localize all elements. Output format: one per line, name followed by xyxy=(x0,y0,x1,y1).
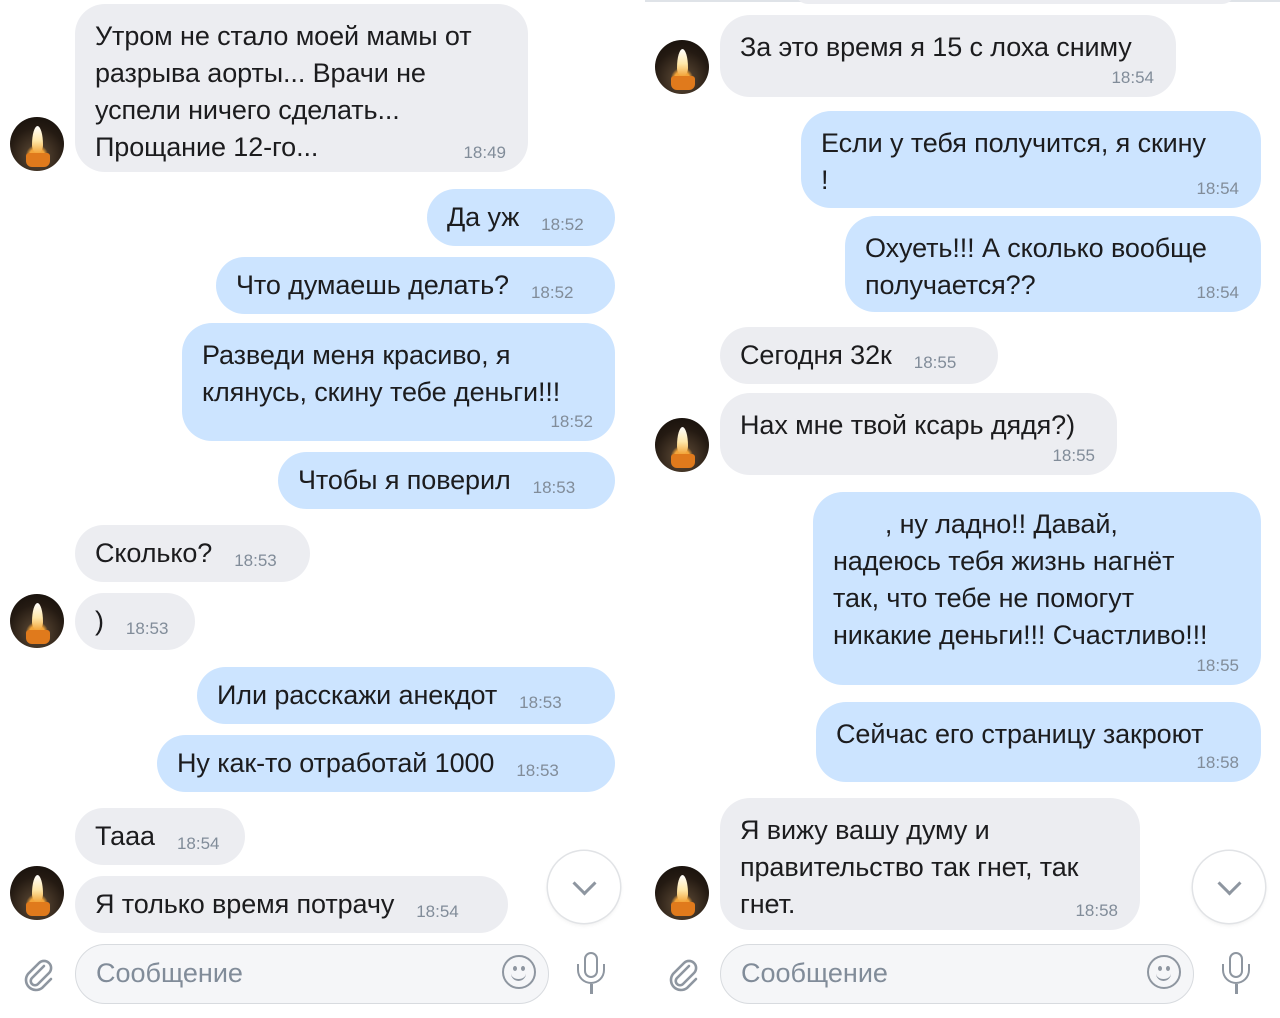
avatar[interactable] xyxy=(655,418,709,472)
message-time: 18:55 xyxy=(913,352,957,372)
message-text: Сейчас его страницу закроют xyxy=(836,719,1204,749)
message-incoming[interactable]: Нах мне твой ксарь дядя?) 18:55 xyxy=(720,393,1117,475)
message-outgoing[interactable]: Или расскажи анекдот 18:53 xyxy=(197,667,615,724)
message-time: 18:53 xyxy=(519,692,562,712)
message-text: Я только время потрачу xyxy=(95,889,395,919)
microphone-icon[interactable] xyxy=(1219,952,1255,998)
message-time: 18:54 xyxy=(416,901,459,921)
paperclip-icon[interactable] xyxy=(665,956,701,992)
message-text: Ну как-то отработай 1000 xyxy=(177,748,495,778)
message-incoming[interactable]: Сегодня 32к 18:55 xyxy=(720,327,998,384)
message-text: ) xyxy=(95,606,104,636)
message-text: Или расскажи анекдот xyxy=(217,680,498,710)
message-time: 18:54 xyxy=(1111,68,1154,87)
avatar[interactable] xyxy=(10,594,64,648)
message-text: Тааа xyxy=(95,821,155,851)
message-incoming[interactable]: ) 18:53 xyxy=(75,593,195,650)
paperclip-icon[interactable] xyxy=(20,956,56,992)
message-text: Сколько? xyxy=(95,538,213,568)
message-outgoing[interactable]: Охуеть!!! А сколько вообще получается?? … xyxy=(845,216,1261,312)
chevron-down-icon xyxy=(571,870,597,896)
message-input[interactable]: Сообщение xyxy=(75,944,549,1004)
message-text: За это время я 15 с лоха сниму xyxy=(740,32,1132,62)
avatar[interactable] xyxy=(655,40,709,94)
message-time: 18:52 xyxy=(541,214,584,234)
message-text: Охуеть!!! А сколько вообще получается?? xyxy=(865,233,1207,300)
candle-avatar-icon xyxy=(32,875,43,902)
avatar[interactable] xyxy=(655,866,709,920)
message-input[interactable]: Сообщение xyxy=(720,944,1194,1004)
message-time: 18:58 xyxy=(1196,753,1239,772)
message-text: Что думаешь делать? xyxy=(236,270,509,300)
message-input-placeholder: Сообщение xyxy=(741,958,888,988)
message-text: Чтобы я поверил xyxy=(298,465,511,495)
message-time: 18:49 xyxy=(463,143,506,162)
message-outgoing[interactable]: , ну ладно!! Давай, надеюсь тебя жизнь н… xyxy=(813,492,1261,685)
message-incoming[interactable]: За это время я 15 с лоха сниму 18:54 xyxy=(720,15,1176,97)
message-text: Утром не стало моей мамы от разрыва аорт… xyxy=(95,21,472,162)
message-time: 18:54 xyxy=(1196,283,1239,302)
message-outgoing[interactable]: Сейчас его страницу закроют 18:58 xyxy=(816,702,1261,782)
message-outgoing[interactable]: Да уж 18:52 xyxy=(427,189,615,246)
message-text: Да уж xyxy=(447,202,520,232)
message-time: 18:55 xyxy=(1196,656,1239,675)
message-time: 18:54 xyxy=(176,833,220,853)
message-time: 18:53 xyxy=(532,477,576,497)
message-outgoing[interactable]: Что думаешь делать? 18:52 xyxy=(216,257,615,314)
message-outgoing[interactable]: Если у тебя получится, я скину ! 18:54 xyxy=(801,111,1261,208)
message-incoming[interactable]: Я только время потрачу 18:54 xyxy=(75,876,508,933)
message-text: , ну ладно!! Давай, надеюсь тебя жизнь н… xyxy=(833,509,1208,650)
message-outgoing[interactable]: Ну как-то отработай 1000 18:53 xyxy=(157,735,615,792)
smile-icon[interactable] xyxy=(502,955,536,989)
message-time: 18:52 xyxy=(550,412,593,431)
candle-avatar-icon xyxy=(677,875,688,902)
message-outgoing[interactable]: Чтобы я поверил 18:53 xyxy=(278,452,615,509)
microphone-icon[interactable] xyxy=(574,952,610,998)
message-text: Сегодня 32к xyxy=(740,340,892,370)
message-time: 18:53 xyxy=(234,550,277,570)
message-incoming[interactable]: Тааа 18:54 xyxy=(75,808,245,865)
message-time: 18:53 xyxy=(125,618,169,638)
message-outgoing[interactable]: Разведи меня красиво, я клянусь, скину т… xyxy=(182,323,615,441)
message-incoming[interactable]: Сколько? 18:53 xyxy=(75,525,310,582)
chevron-down-icon xyxy=(1216,870,1242,896)
candle-avatar-icon xyxy=(32,603,43,630)
candle-avatar-icon xyxy=(677,49,688,76)
message-text: Я вижу вашу думу и правительство так гне… xyxy=(740,815,1079,919)
avatar[interactable] xyxy=(10,866,64,920)
scroll-down-button[interactable] xyxy=(1193,851,1265,923)
clipped-message xyxy=(795,0,1235,4)
message-time: 18:53 xyxy=(516,760,559,780)
message-time: 18:54 xyxy=(1196,179,1239,198)
message-text: Если у тебя получится, я скину ! xyxy=(821,128,1206,195)
message-incoming[interactable]: Я вижу вашу думу и правительство так гне… xyxy=(720,798,1140,930)
message-time: 18:58 xyxy=(1075,901,1118,920)
message-composer: Сообщение xyxy=(645,940,1280,1018)
message-input-placeholder: Сообщение xyxy=(96,958,243,988)
message-text: Разведи меня красиво, я клянусь, скину т… xyxy=(202,340,561,407)
message-composer: Сообщение xyxy=(0,940,640,1018)
candle-avatar-icon xyxy=(677,427,688,454)
message-incoming[interactable]: Утром не стало моей мамы от разрыва аорт… xyxy=(75,4,528,172)
smile-icon[interactable] xyxy=(1147,955,1181,989)
message-time: 18:52 xyxy=(530,282,574,302)
message-text: Нах мне твой ксарь дядя?) xyxy=(740,410,1075,440)
candle-avatar-icon xyxy=(32,126,43,153)
left-chat-panel: Утром не стало моей мамы от разрыва аорт… xyxy=(0,0,640,1018)
right-chat-panel: За это время я 15 с лоха сниму 18:54 Есл… xyxy=(645,0,1280,1018)
avatar[interactable] xyxy=(10,117,64,171)
scroll-down-button[interactable] xyxy=(548,851,620,923)
message-time: 18:55 xyxy=(1052,446,1095,465)
